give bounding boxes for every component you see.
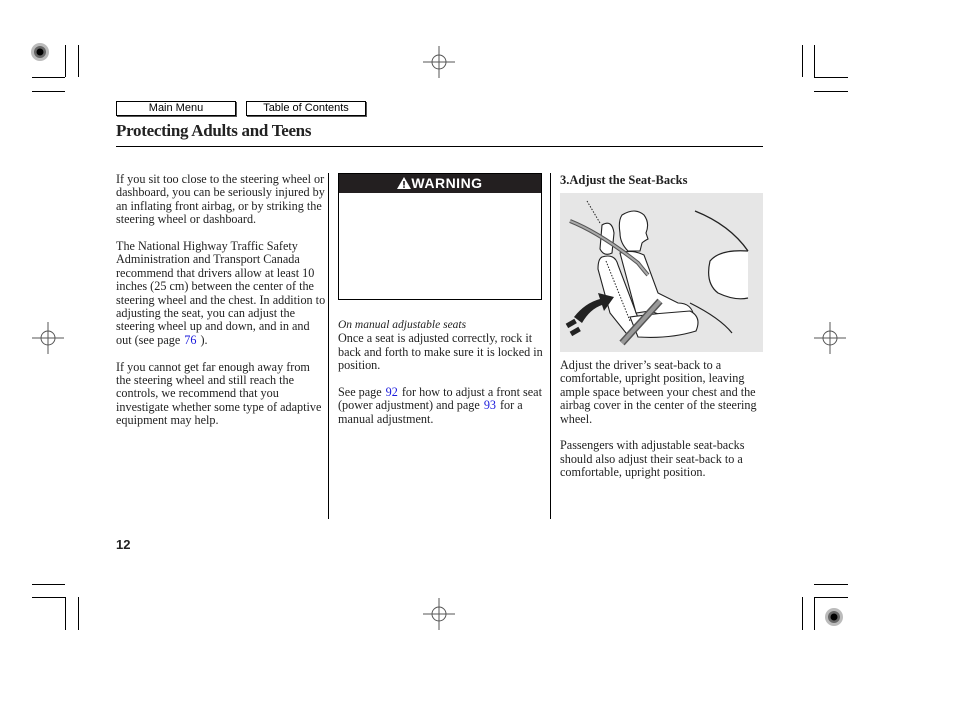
crop-line [32, 584, 65, 585]
title-rule [116, 146, 763, 147]
paragraph: Passengers with adjustable seat-backs sh… [560, 438, 745, 480]
warning-label: WARNING [411, 175, 483, 191]
crosshair-icon [423, 598, 455, 630]
crop-line [814, 597, 848, 598]
crop-line [32, 597, 65, 598]
column-middle: On manual adjustable seats Once a seat i… [338, 319, 548, 440]
crop-line [814, 45, 815, 77]
paragraph: Adjust the driver’s seat-back to a comfo… [560, 358, 757, 426]
crop-line [814, 597, 815, 630]
crosshair-icon [423, 46, 455, 78]
registration-target-icon [31, 43, 49, 61]
page-link-76[interactable]: 76 [180, 333, 200, 347]
page-link-93[interactable]: 93 [480, 398, 500, 412]
paragraph: If you sit too close to the steering whe… [116, 172, 325, 227]
paragraph-text: The National Highway Traffic Safety Admi… [116, 239, 326, 347]
column-divider [550, 173, 551, 519]
column-left: If you sit too close to the steering whe… [116, 172, 326, 441]
subheading: On manual adjustable seats [338, 319, 467, 331]
column-right: Adjust the driver’s seat-back to a comfo… [560, 358, 765, 493]
warning-box: WARNING [338, 173, 542, 300]
warning-header: WARNING [339, 174, 541, 193]
crop-line [814, 77, 848, 78]
seat-back-illustration [560, 193, 763, 352]
crop-line [65, 45, 66, 77]
seat-illustration-graphic [565, 200, 749, 346]
paragraph-text: ). [200, 332, 208, 347]
crosshair-icon [814, 322, 846, 354]
crop-line [802, 45, 803, 77]
warning-triangle-icon [397, 177, 412, 189]
paragraph-text: See page [338, 385, 382, 400]
crop-line [814, 91, 848, 92]
page-number: 12 [116, 537, 131, 552]
paragraph: If you cannot get far enough away from t… [116, 359, 322, 428]
registration-target-icon [825, 608, 843, 626]
page-link-92[interactable]: 92 [382, 385, 402, 399]
crosshair-icon [32, 322, 64, 354]
arrow-icon [574, 293, 614, 323]
main-menu-button[interactable]: Main Menu [116, 101, 236, 116]
crop-line [814, 584, 848, 585]
column-divider [328, 173, 329, 519]
crop-line [32, 77, 65, 78]
page-title: Protecting Adults and Teens [116, 121, 312, 140]
table-of-contents-button[interactable]: Table of Contents [246, 101, 366, 116]
paragraph: Once a seat is adjusted correctly, rock … [338, 331, 543, 373]
crop-line [65, 597, 66, 630]
crop-line [32, 91, 65, 92]
paragraph: See page 92 for how to adjust a front seat… [338, 385, 548, 426]
crop-line [78, 597, 79, 630]
crop-line [78, 45, 79, 77]
crop-line [802, 597, 803, 630]
section-heading: 3.Adjust the Seat-Backs [560, 173, 688, 187]
paragraph: The National Highway Traffic Safety Admi… [116, 239, 326, 347]
